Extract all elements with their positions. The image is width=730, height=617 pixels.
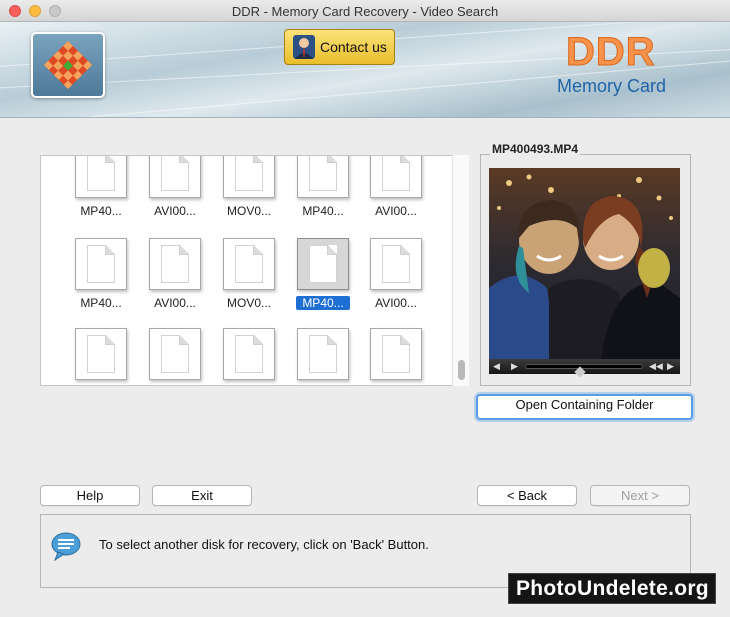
- video-thumbnail: [489, 168, 680, 374]
- file-thumbnail-icon: [75, 238, 127, 290]
- seek-bar[interactable]: [525, 364, 643, 378]
- file-item[interactable]: AVI00...: [359, 156, 433, 218]
- support-person-icon: [293, 35, 315, 59]
- file-thumbnail-icon: [149, 156, 201, 198]
- watermark: PhotoUndelete.org: [508, 573, 716, 604]
- title-bar: DDR - Memory Card Recovery - Video Searc…: [0, 0, 730, 22]
- file-thumbnail-icon: [223, 238, 275, 290]
- file-thumbnail-icon: [149, 238, 201, 290]
- brand-subtitle: Memory Card: [557, 76, 667, 96]
- file-item[interactable]: AVI00...: [138, 156, 212, 218]
- next-button[interactable]: Next >: [590, 485, 690, 506]
- file-thumbnail-icon: [149, 328, 201, 380]
- file-thumbnail-icon: [223, 156, 275, 198]
- file-thumbnail-icon: [297, 328, 349, 380]
- file-item[interactable]: MP40...: [286, 156, 360, 218]
- contact-us-button[interactable]: Contact us: [284, 29, 395, 65]
- contact-us-label: Contact us: [320, 39, 387, 55]
- file-thumbnail-icon: [370, 328, 422, 380]
- file-thumbnail-icon: [370, 238, 422, 290]
- checker-logo-icon: [43, 40, 93, 90]
- file-item[interactable]: AVI00...: [138, 212, 212, 310]
- app-logo: [31, 32, 105, 98]
- file-thumbnail-icon: [75, 156, 127, 198]
- file-thumbnail-icon: [297, 156, 349, 198]
- video-preview[interactable]: [489, 168, 680, 374]
- preview-filename: MP400493.MP4: [490, 142, 581, 156]
- window-title: DDR - Memory Card Recovery - Video Searc…: [231, 4, 499, 19]
- volume-icon[interactable]: ◀: [493, 361, 500, 372]
- file-item[interactable]: MP40...: [64, 212, 138, 310]
- status-message: To select another disk for recovery, cli…: [99, 537, 429, 552]
- file-item[interactable]: AVI00...: [212, 302, 286, 382]
- video-controls: ◀ ▶ ◀◀ ▶: [489, 359, 680, 378]
- file-thumbnail-icon: [75, 328, 127, 380]
- file-item[interactable]: MOV0...: [64, 302, 138, 382]
- scrollbar-thumb[interactable]: [458, 360, 465, 380]
- exit-button[interactable]: Exit: [152, 485, 252, 506]
- brand-title: DDR: [566, 30, 656, 75]
- back-button[interactable]: < Back: [477, 485, 577, 506]
- file-item[interactable]: MP40...: [359, 302, 433, 382]
- help-button[interactable]: Help: [40, 485, 140, 506]
- file-thumbnail-icon: [297, 238, 349, 290]
- play-icon[interactable]: ▶: [511, 361, 518, 372]
- header-banner: Contact us DDR Memory Card: [0, 22, 730, 118]
- open-containing-folder-button[interactable]: Open Containing Folder: [476, 394, 693, 420]
- file-grid-scrollbar[interactable]: [452, 155, 469, 386]
- file-item[interactable]: MOV0...: [212, 212, 286, 310]
- file-item[interactable]: MP40...: [64, 156, 138, 218]
- file-item[interactable]: MOV0...: [212, 156, 286, 218]
- file-item[interactable]: MOV0...: [286, 302, 360, 382]
- file-grid[interactable]: MP40... AVI00... MOV0... MP40... AVI00... MP4…: [40, 155, 469, 386]
- forward-icon[interactable]: ▶: [667, 361, 674, 372]
- file-thumbnail-icon: [223, 328, 275, 380]
- file-thumbnail-icon: [370, 156, 422, 198]
- rewind-icon[interactable]: ◀◀: [649, 361, 663, 372]
- file-item[interactable]: MP40...: [286, 212, 360, 310]
- file-item[interactable]: MP40...: [138, 302, 212, 382]
- speech-bubble-icon: [51, 532, 81, 561]
- file-item[interactable]: AVI00...: [359, 212, 433, 310]
